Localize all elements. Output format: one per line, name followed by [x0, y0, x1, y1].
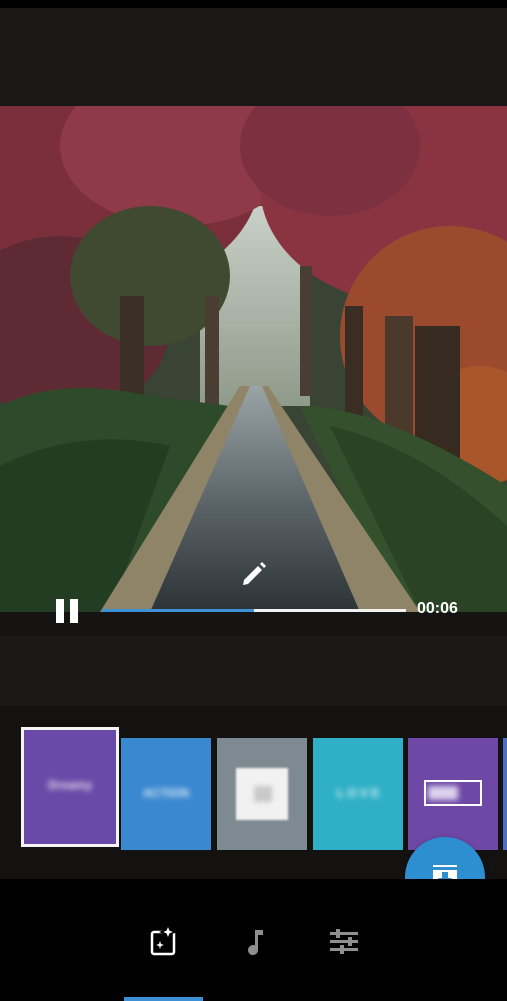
theme-thumbnail	[424, 780, 482, 806]
current-time: 00:06	[417, 600, 458, 617]
progress-fill	[102, 609, 254, 612]
auto-edit-icon[interactable]	[146, 924, 182, 960]
theme-tile-action[interactable]: ACTION	[121, 738, 211, 850]
adjustments-icon[interactable]	[326, 924, 362, 960]
pause-icon	[56, 599, 64, 623]
theme-label: Dreamy	[47, 778, 93, 792]
music-icon[interactable]	[237, 924, 273, 960]
playback-controls: 00:06	[0, 583, 507, 635]
theme-tile-love[interactable]: L O V E	[313, 738, 403, 850]
bottom-navigation	[0, 879, 507, 1001]
active-tab-indicator	[124, 997, 203, 1001]
theme-tile-dreamy[interactable]: Dreamy	[21, 727, 119, 847]
theme-label: L O V E	[336, 786, 380, 800]
video-preview[interactable]	[0, 106, 507, 612]
theme-tile-3[interactable]	[217, 738, 307, 850]
top-area	[0, 8, 507, 106]
theme-tile-partial[interactable]	[503, 738, 507, 850]
status-bar	[0, 0, 507, 8]
spacer-area	[0, 636, 507, 706]
theme-tile-5[interactable]	[408, 738, 498, 850]
video-frame-image	[0, 106, 507, 612]
theme-thumbnail	[236, 768, 288, 820]
pause-button[interactable]	[52, 595, 84, 627]
theme-label: ACTION	[143, 786, 189, 800]
progress-bar[interactable]	[102, 609, 406, 612]
